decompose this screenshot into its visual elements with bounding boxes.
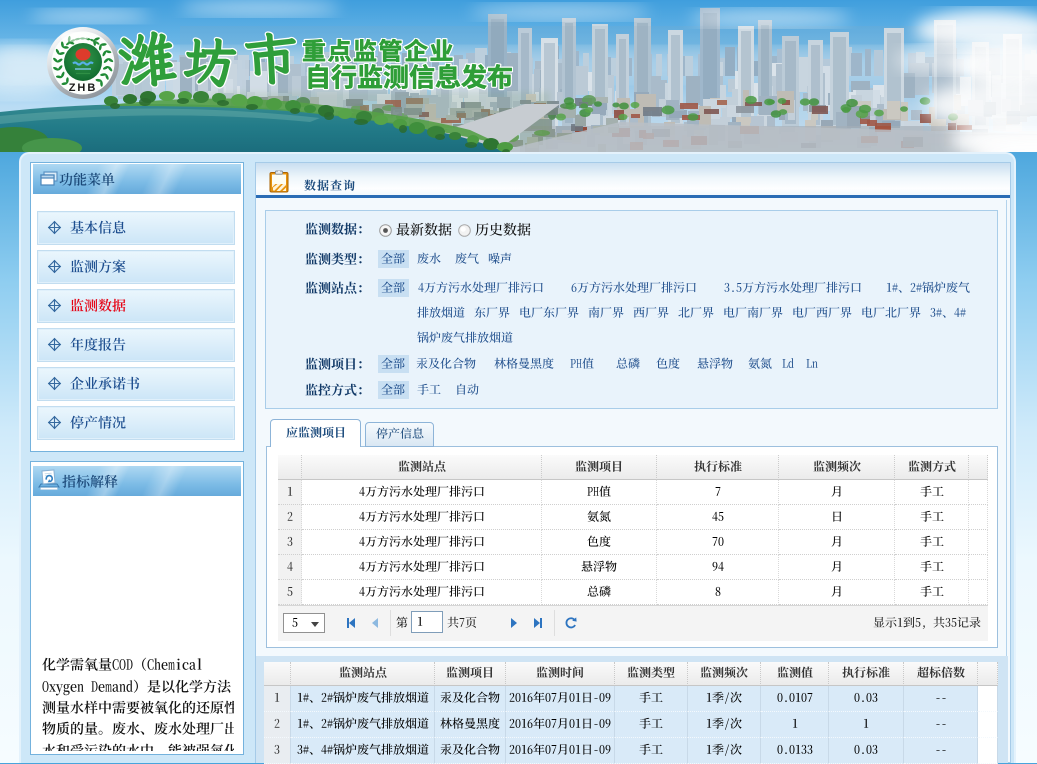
svg-text:ZHB: ZHB — [69, 82, 98, 94]
